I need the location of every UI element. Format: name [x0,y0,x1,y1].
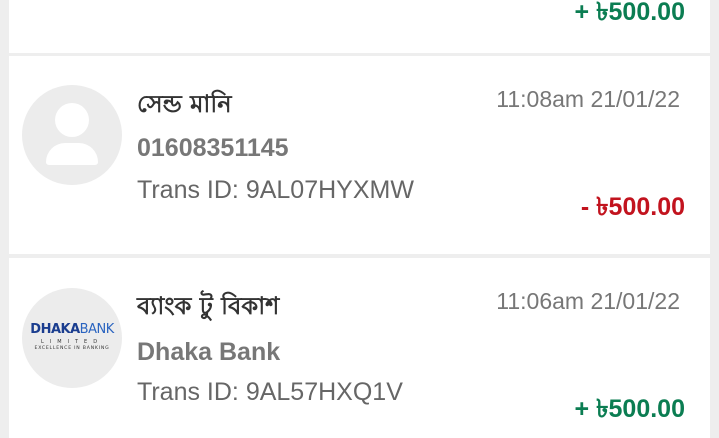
transaction-item-send-money[interactable]: সেন্ড মানি 11:08am 21/01/22 01608351145 … [9,56,710,254]
transaction-recipient: 01608351145 [137,134,289,162]
transaction-amount: + ৳500.00 [574,395,685,423]
logo-limited: LIMITED [40,339,104,345]
transaction-amount: - ৳500.00 [580,193,685,221]
trans-id-label: Trans ID: [137,378,246,406]
logo-tagline: EXCELLENCE IN BANKING [34,346,110,351]
trans-id-value: 9AL07HYXMW [245,176,414,204]
person-icon [55,103,89,137]
transaction-item-previous[interactable]: + ৳500.00 [9,0,710,53]
transaction-title: সেন্ড মানি [137,90,232,118]
dhaka-bank-logo: DHAKABANK LIMITED EXCELLENCE IN BANKING [22,322,122,351]
transaction-bank-name: Dhaka Bank [137,338,281,366]
transaction-datetime: 11:06am 21/01/22 [496,288,680,314]
transaction-title: ব্যাংক টু বিকাশ [137,292,280,320]
transaction-amount: + ৳500.00 [574,0,685,26]
transaction-id-row: Trans ID: 9AL57HXQ1V [137,378,403,407]
trans-id-label: Trans ID: [137,176,246,204]
avatar [22,85,122,185]
person-icon-body [46,143,98,165]
logo-brand-light: BANK [79,322,115,337]
transaction-list: + ৳500.00 সেন্ড মানি 11:08am 21/01/22 01… [0,0,719,438]
transaction-datetime: 11:08am 21/01/22 [496,86,680,112]
logo-brand-bold: DHAKA [30,322,80,337]
transaction-item-bank-to-bkash[interactable]: DHAKABANK LIMITED EXCELLENCE IN BANKING … [9,258,710,438]
transaction-id-row: Trans ID: 9AL07HYXMW [137,176,414,205]
avatar: DHAKABANK LIMITED EXCELLENCE IN BANKING [22,288,122,388]
trans-id-value: 9AL57HXQ1V [245,378,403,406]
